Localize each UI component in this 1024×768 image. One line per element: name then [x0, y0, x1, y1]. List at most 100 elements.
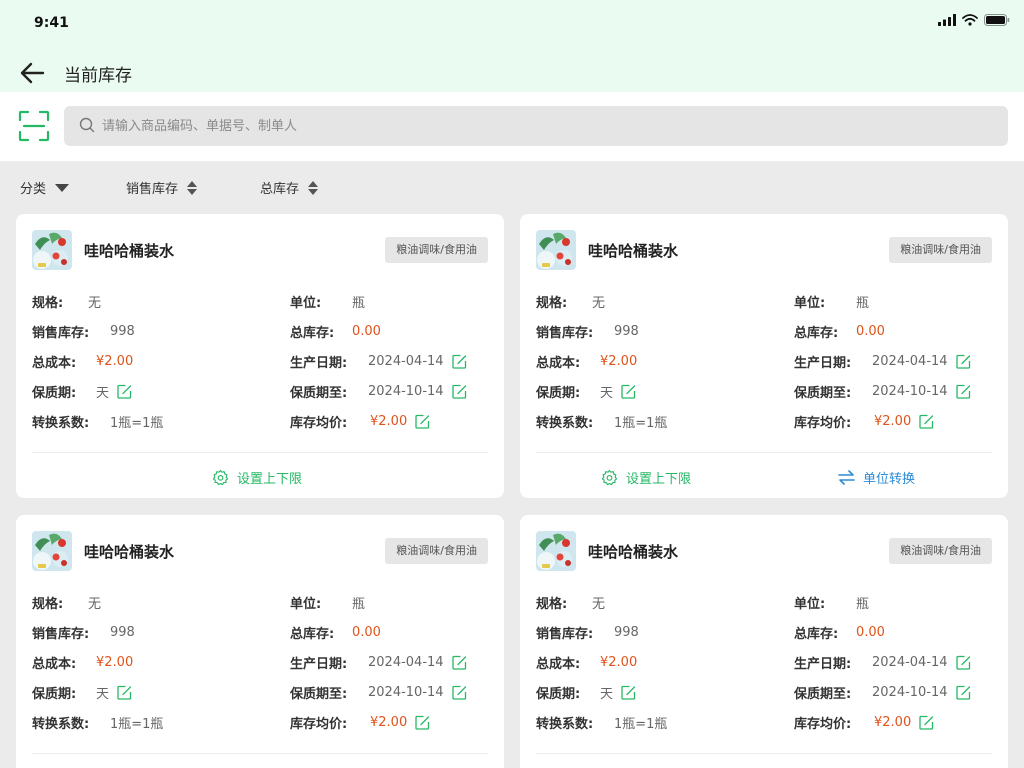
prod-date-row: 生产日期: 2024-04-14 — [290, 352, 467, 371]
unit-value: 瓶 — [856, 296, 870, 311]
status-time: 9:41 — [34, 15, 69, 31]
edit-icon[interactable] — [919, 414, 934, 429]
prod-date-row: 生产日期: 2024-04-14 — [794, 352, 971, 371]
edit-icon[interactable] — [451, 685, 467, 700]
conversion-row: 转换系数: 1瓶=1瓶 — [32, 713, 163, 732]
expire-label: 保质期至: — [794, 687, 852, 702]
edit-icon[interactable] — [955, 685, 971, 700]
sort-icon — [308, 180, 319, 195]
gear-icon — [601, 469, 618, 485]
edit-icon[interactable] — [955, 655, 971, 670]
filter-sales-stock[interactable]: 销售库存 — [126, 178, 198, 197]
edit-icon[interactable] — [117, 384, 132, 399]
conversion-label: 转换系数: — [536, 717, 594, 732]
product-card: 哇哈哈桶装水 粮油调味/食用油 规格: 无 单位: 瓶 销售库存: 998 总库存: 0… — [520, 214, 1008, 498]
expire-value: 2024-10-14 — [368, 685, 444, 700]
edit-icon[interactable] — [955, 354, 971, 369]
spec-value: 无 — [592, 296, 606, 311]
expire-row: 保质期至: 2024-10-14 — [794, 683, 971, 702]
back-arrow-icon[interactable] — [18, 59, 46, 87]
edit-icon[interactable] — [451, 384, 467, 399]
conversion-row: 转换系数: 1瓶=1瓶 — [32, 412, 163, 431]
category-badge: 粮油调味/食用油 — [889, 237, 992, 263]
total-stock-value: 0.00 — [352, 625, 381, 640]
prod-date-value: 2024-04-14 — [368, 655, 444, 670]
total-cost-value: ¥2.00 — [600, 354, 638, 369]
search-box[interactable] — [64, 106, 1008, 146]
expire-value: 2024-10-14 — [368, 384, 444, 399]
conversion-label: 转换系数: — [32, 416, 90, 431]
set-limit-label: 设置上下限 — [237, 471, 303, 487]
expire-row: 保质期至: 2024-10-14 — [794, 382, 971, 401]
product-card: 哇哈哈桶装水 粮油调味/食用油 规格: 无 单位: 瓶 销售库存: 998 总库存: 0… — [520, 515, 1008, 768]
avg-price-label: 库存均价: — [794, 717, 852, 732]
expire-row: 保质期至: 2024-10-14 — [290, 382, 467, 401]
set-limit-button[interactable]: 设置上下限 — [212, 466, 302, 488]
total-stock-value: 0.00 — [352, 324, 381, 339]
edit-icon[interactable] — [919, 715, 934, 730]
edit-icon[interactable] — [415, 414, 430, 429]
card-divider — [536, 753, 992, 754]
sales-stock-value: 998 — [614, 324, 639, 339]
product-thumbnail — [32, 531, 72, 571]
sales-stock-value: 998 — [110, 324, 135, 339]
edit-icon[interactable] — [451, 354, 467, 369]
spec-label: 规格: — [32, 296, 64, 311]
category-badge: 粮油调味/食用油 — [889, 538, 992, 564]
avg-price-value: ¥2.00 — [370, 414, 408, 429]
edit-icon[interactable] — [621, 384, 636, 399]
prod-date-row: 生产日期: 2024-04-14 — [794, 653, 971, 672]
edit-icon[interactable] — [451, 655, 467, 670]
total-stock-row: 总库存: 0.00 — [794, 623, 885, 642]
total-cost-value: ¥2.00 — [96, 655, 134, 670]
total-stock-row: 总库存: 0.00 — [290, 623, 381, 642]
product-name: 哇哈哈桶装水 — [588, 543, 679, 561]
product-name: 哇哈哈桶装水 — [588, 242, 679, 260]
unit-convert-label: 单位转换 — [863, 471, 916, 487]
shelf-life-label: 保质期: — [536, 687, 581, 702]
total-stock-label: 总库存: — [290, 627, 335, 642]
status-icons — [938, 14, 1010, 26]
shelf-life-row: 保质期: 天 — [536, 382, 636, 401]
avg-price-row: 库存均价: ¥2.00 — [290, 412, 430, 431]
product-thumbnail — [536, 230, 576, 270]
unit-label: 单位: — [290, 296, 322, 311]
conversion-row: 转换系数: 1瓶=1瓶 — [536, 713, 667, 732]
conversion-value: 1瓶=1瓶 — [614, 717, 668, 732]
set-limit-button[interactable]: 设置上下限 — [601, 466, 691, 488]
category-badge: 粮油调味/食用油 — [385, 237, 488, 263]
sort-icon — [187, 180, 198, 195]
edit-icon[interactable] — [415, 715, 430, 730]
conversion-value: 1瓶=1瓶 — [614, 416, 668, 431]
sales-stock-value: 998 — [110, 625, 135, 640]
total-cost-row: 总成本: ¥2.00 — [32, 352, 133, 371]
shelf-life-row: 保质期: 天 — [32, 683, 132, 702]
sales-stock-label: 销售库存: — [536, 326, 594, 341]
avg-price-value: ¥2.00 — [874, 715, 912, 730]
unit-row: 单位: 瓶 — [794, 292, 869, 311]
expire-value: 2024-10-14 — [872, 384, 948, 399]
title-row: 当前库存 — [0, 56, 1024, 90]
edit-icon[interactable] — [621, 685, 636, 700]
total-stock-value: 0.00 — [856, 625, 885, 640]
spec-label: 规格: — [536, 296, 568, 311]
search-input[interactable] — [102, 106, 992, 146]
filter-category[interactable]: 分类 — [20, 178, 70, 197]
total-cost-label: 总成本: — [536, 356, 581, 371]
sales-stock-row: 销售库存: 998 — [536, 623, 639, 642]
total-stock-label: 总库存: — [290, 326, 335, 341]
total-stock-row: 总库存: 0.00 — [794, 322, 885, 341]
scan-icon[interactable] — [18, 110, 50, 142]
avg-price-label: 库存均价: — [290, 416, 348, 431]
edit-icon[interactable] — [117, 685, 132, 700]
edit-icon[interactable] — [955, 384, 971, 399]
unit-convert-button[interactable]: 单位转换 — [838, 466, 915, 488]
product-card: 哇哈哈桶装水 粮油调味/食用油 规格: 无 单位: 瓶 销售库存: 998 总库存: 0… — [16, 214, 504, 498]
product-name: 哇哈哈桶装水 — [84, 242, 175, 260]
filter-total-stock[interactable]: 总库存 — [260, 178, 319, 197]
spec-value: 无 — [592, 597, 606, 612]
total-cost-label: 总成本: — [32, 657, 77, 672]
product-name: 哇哈哈桶装水 — [84, 543, 175, 561]
avg-price-row: 库存均价: ¥2.00 — [794, 412, 934, 431]
card-divider — [32, 452, 488, 453]
